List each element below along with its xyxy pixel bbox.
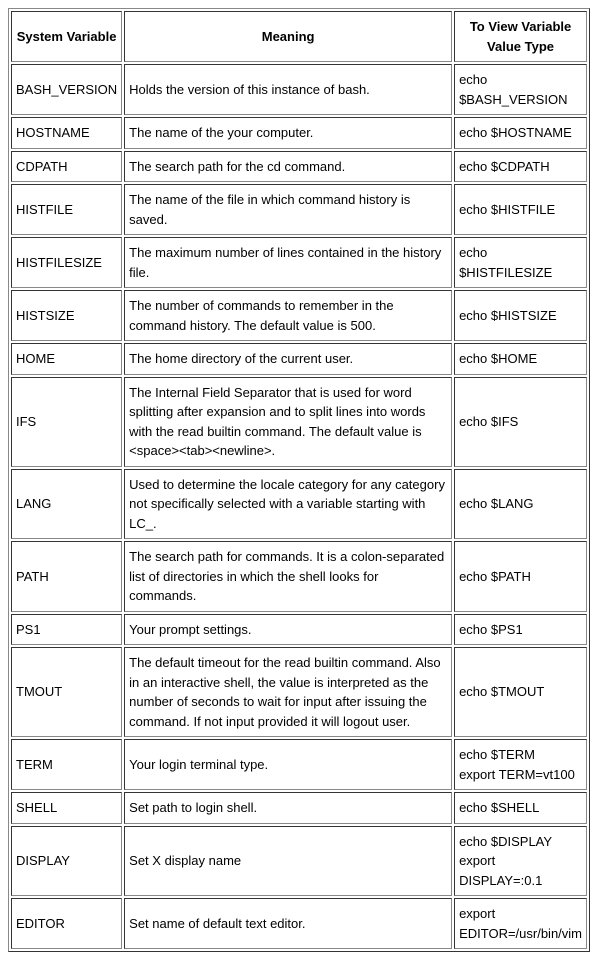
table-row: EDITORSet name of default text editor.ex… (11, 898, 587, 949)
cell-view: echo $HISTSIZE (454, 290, 587, 341)
cell-variable: PS1 (11, 614, 122, 646)
cell-variable: DISPLAY (11, 826, 122, 897)
table-row: HISTFILESIZEThe maximum number of lines … (11, 237, 587, 288)
cell-variable: HISTFILESIZE (11, 237, 122, 288)
cell-meaning: Holds the version of this instance of ba… (124, 64, 452, 115)
cell-meaning: The maximum number of lines contained in… (124, 237, 452, 288)
table-header-row: System Variable Meaning To View Variable… (11, 11, 587, 62)
column-header-view: To View Variable Value Type (454, 11, 587, 62)
cell-meaning: Used to determine the locale category fo… (124, 469, 452, 540)
cell-meaning: The Internal Field Separator that is use… (124, 377, 452, 467)
table-row: LANGUsed to determine the locale categor… (11, 469, 587, 540)
cell-view: echo $TMOUT (454, 647, 587, 737)
cell-view: echo $LANG (454, 469, 587, 540)
cell-view: echo $CDPATH (454, 151, 587, 183)
cell-view: export EDITOR=/usr/bin/vim (454, 898, 587, 949)
cell-variable: HISTFILE (11, 184, 122, 235)
cell-meaning: The name of the file in which command hi… (124, 184, 452, 235)
cell-variable: PATH (11, 541, 122, 612)
cell-meaning: Your login terminal type. (124, 739, 452, 790)
system-variables-table: System Variable Meaning To View Variable… (8, 8, 590, 952)
cell-view: echo $HOME (454, 343, 587, 375)
cell-variable: CDPATH (11, 151, 122, 183)
table-row: HOMEThe home directory of the current us… (11, 343, 587, 375)
cell-view: echo $SHELL (454, 792, 587, 824)
cell-meaning: The search path for commands. It is a co… (124, 541, 452, 612)
cell-variable: TERM (11, 739, 122, 790)
table-row: HISTSIZEThe number of commands to rememb… (11, 290, 587, 341)
cell-meaning: The default timeout for the read builtin… (124, 647, 452, 737)
cell-view: echo $DISPLAY export DISPLAY=:0.1 (454, 826, 587, 897)
cell-variable: EDITOR (11, 898, 122, 949)
column-header-variable: System Variable (11, 11, 122, 62)
table-row: SHELLSet path to login shell.echo $SHELL (11, 792, 587, 824)
cell-view: echo $IFS (454, 377, 587, 467)
table-row: DISPLAYSet X display nameecho $DISPLAY e… (11, 826, 587, 897)
cell-view: echo $TERM export TERM=vt100 (454, 739, 587, 790)
column-header-meaning: Meaning (124, 11, 452, 62)
table-row: TMOUTThe default timeout for the read bu… (11, 647, 587, 737)
table-row: HISTFILEThe name of the file in which co… (11, 184, 587, 235)
cell-variable: LANG (11, 469, 122, 540)
cell-variable: HOME (11, 343, 122, 375)
table-row: PS1Your prompt settings.echo $PS1 (11, 614, 587, 646)
table-row: IFSThe Internal Field Separator that is … (11, 377, 587, 467)
cell-meaning: Set X display name (124, 826, 452, 897)
table-row: BASH_VERSIONHolds the version of this in… (11, 64, 587, 115)
cell-variable: IFS (11, 377, 122, 467)
table-row: PATHThe search path for commands. It is … (11, 541, 587, 612)
cell-view: echo $HOSTNAME (454, 117, 587, 149)
cell-meaning: Set path to login shell. (124, 792, 452, 824)
cell-variable: TMOUT (11, 647, 122, 737)
table-row: HOSTNAMEThe name of the your computer.ec… (11, 117, 587, 149)
cell-view: echo $PATH (454, 541, 587, 612)
cell-view: echo $HISTFILESIZE (454, 237, 587, 288)
table-row: TERMYour login terminal type.echo $TERM … (11, 739, 587, 790)
cell-variable: HOSTNAME (11, 117, 122, 149)
cell-variable: SHELL (11, 792, 122, 824)
cell-meaning: Your prompt settings. (124, 614, 452, 646)
cell-meaning: Set name of default text editor. (124, 898, 452, 949)
cell-view: echo $PS1 (454, 614, 587, 646)
table-row: CDPATHThe search path for the cd command… (11, 151, 587, 183)
cell-meaning: The search path for the cd command. (124, 151, 452, 183)
cell-meaning: The number of commands to remember in th… (124, 290, 452, 341)
cell-meaning: The home directory of the current user. (124, 343, 452, 375)
cell-view: echo $HISTFILE (454, 184, 587, 235)
cell-meaning: The name of the your computer. (124, 117, 452, 149)
cell-view: echo $BASH_VERSION (454, 64, 587, 115)
cell-variable: BASH_VERSION (11, 64, 122, 115)
cell-variable: HISTSIZE (11, 290, 122, 341)
